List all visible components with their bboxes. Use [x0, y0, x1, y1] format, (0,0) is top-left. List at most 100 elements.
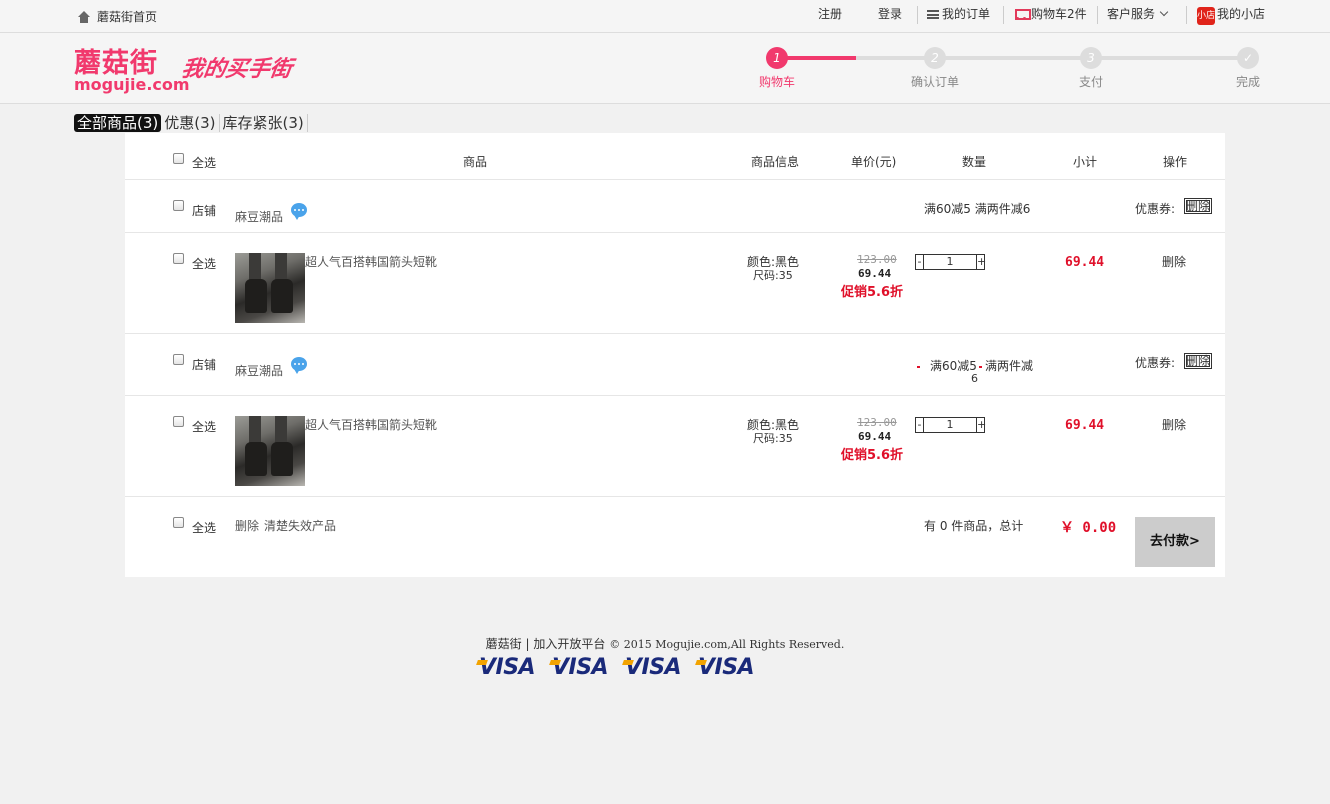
shop-label: 店铺: [192, 204, 217, 218]
product-image[interactable]: [235, 416, 305, 486]
divider: [917, 6, 918, 24]
home-icon: [77, 10, 91, 23]
coupon-delete-button[interactable]: 删除: [1184, 353, 1213, 369]
shop-checkbox[interactable]: [173, 200, 184, 211]
logo-domain: mogujie.com: [74, 75, 190, 94]
visa-logo-icon: VISA: [698, 655, 758, 680]
my-orders-link[interactable]: 我的订单: [927, 5, 990, 22]
step-3-label: 支付: [1079, 75, 1104, 89]
col-product: 商品: [463, 155, 488, 169]
cart-icon: [1013, 8, 1031, 20]
col-action: 操作: [1163, 155, 1188, 169]
copyright: © 2015 Mogujie.com,All Rights Reserved.: [609, 638, 845, 651]
select-all-checkbox[interactable]: [173, 153, 184, 164]
open-platform-link[interactable]: 加入开放平台: [533, 637, 605, 651]
shop-label: 店铺: [192, 358, 217, 372]
my-orders-label: 我的订单: [942, 7, 991, 21]
login-link[interactable]: 登录: [878, 5, 902, 22]
home-link[interactable]: 蘑菇街首页: [77, 8, 157, 25]
register-link[interactable]: 注册: [818, 5, 842, 22]
qty-input[interactable]: 1: [924, 255, 976, 269]
delete-item-button[interactable]: 删除: [1162, 416, 1186, 433]
step-2-label: 确认订单: [911, 75, 960, 89]
col-info: 商品信息: [751, 155, 800, 169]
product-title-link[interactable]: 超人气百搭韩国箭头短靴: [305, 253, 437, 270]
qty-decrease-button[interactable]: -: [916, 255, 924, 269]
cart-total: ￥ 0.00: [1060, 520, 1117, 536]
shop-checkbox[interactable]: [173, 354, 184, 365]
checkout-button[interactable]: 去付款>: [1135, 517, 1215, 567]
visa-logo-icon: VISA: [479, 655, 539, 680]
cart-item-row: 全选 超人气百搭韩国箭头短靴 颜色:黑色 尺码:35 123.00 69.44 …: [125, 396, 1225, 497]
footer-brand: 蘑菇街: [485, 637, 522, 651]
tab-all-products[interactable]: 全部商品(3): [74, 114, 162, 132]
quantity-stepper: - 1 +: [915, 417, 986, 433]
qty-increase-button[interactable]: +: [976, 418, 986, 432]
coupon-label: 优惠券:: [1135, 356, 1176, 370]
tab-discounts[interactable]: 优惠(3): [161, 114, 220, 132]
item-checkbox[interactable]: [173, 253, 184, 264]
promo-bullet: [917, 366, 920, 368]
customer-service-label: 客户服务: [1107, 7, 1156, 21]
coupon-delete-button[interactable]: 删除: [1184, 198, 1213, 214]
my-shop-link[interactable]: 小店 我的小店: [1197, 5, 1265, 25]
item-checkbox[interactable]: [173, 416, 184, 427]
payment-logos: VISA VISA VISA VISA: [479, 655, 758, 680]
shop-promo-2: 满两件减: [985, 359, 1034, 373]
chat-icon[interactable]: [291, 203, 307, 220]
select-all-bottom-label: 全选: [192, 521, 217, 535]
sale-price: 69.44: [858, 267, 892, 280]
select-all-bottom-checkbox[interactable]: [173, 517, 184, 528]
delete-item-button[interactable]: 删除: [1162, 253, 1186, 270]
divider: [1186, 6, 1187, 24]
promo-bullet: [979, 366, 982, 368]
list-icon: [927, 10, 939, 19]
checkout-steps: 1 购物车 2 确认订单 3 支付 ✓ 完成: [759, 47, 1265, 89]
qty-decrease-button[interactable]: -: [916, 418, 924, 432]
customer-service-menu[interactable]: 客户服务: [1107, 5, 1169, 22]
footer: 蘑菇街 | 加入开放平台 © 2015 Mogujie.com,All Righ…: [0, 635, 1330, 652]
step-4-label: 完成: [1236, 75, 1261, 89]
original-price: 123.00: [857, 253, 897, 266]
shop-promo-1: 满60减5: [930, 359, 977, 373]
product-size: 尺码:35: [753, 432, 793, 445]
select-all-label: 全选: [192, 156, 217, 170]
shop-name-link[interactable]: 麻豆潮品: [235, 208, 283, 225]
product-image[interactable]: [235, 253, 305, 323]
step-4-check-icon: ✓: [1237, 47, 1259, 69]
visa-logo-icon: VISA: [625, 655, 685, 680]
delete-selected-link[interactable]: 删除: [235, 517, 259, 534]
tab-low-stock[interactable]: 库存紧张(3): [220, 114, 308, 132]
shop-promo: 满60减5 满两件减6: [924, 202, 1031, 216]
product-title-link[interactable]: 超人气百搭韩国箭头短靴: [305, 416, 437, 433]
shop-name-link[interactable]: 麻豆潮品: [235, 362, 283, 379]
step-1-label: 购物车: [759, 75, 796, 89]
original-price: 123.00: [857, 416, 897, 429]
shop-badge-icon: 小店: [1197, 7, 1215, 25]
step-2-dot: 2: [924, 47, 946, 69]
cart-link[interactable]: 购物车2件: [1013, 5, 1087, 22]
cart-filter-tabs: 全部商品(3) 优惠(3) 库存紧张(3): [74, 114, 308, 132]
item-select-label: 全选: [192, 257, 217, 271]
col-unit-price: 单价(元): [851, 155, 897, 169]
col-quantity: 数量: [962, 155, 987, 169]
cart-label: 购物车2件: [1031, 7, 1087, 21]
qty-input[interactable]: 1: [924, 418, 976, 432]
col-subtotal: 小计: [1073, 155, 1098, 169]
qty-increase-button[interactable]: +: [976, 255, 986, 269]
top-bar: 蘑菇街首页 注册 登录 我的订单 购物车2件 客户服务 小店 我的小店: [0, 0, 1330, 33]
item-select-label: 全选: [192, 420, 217, 434]
item-count-text: 有 0 件商品，总计: [924, 519, 1024, 533]
visa-logo-icon: VISA: [552, 655, 612, 680]
chat-icon[interactable]: [291, 357, 307, 374]
clear-invalid-link[interactable]: 清楚失效产品: [264, 517, 336, 534]
shop-row: 店铺 麻豆潮品 满60减5 满两件减 6 优惠券: 删除: [125, 334, 1225, 396]
table-header: 全选 商品 商品信息 单价(元) 数量 小计 操作: [125, 133, 1225, 180]
divider: [1097, 6, 1098, 24]
shop-row: 店铺 麻豆潮品 满60减5 满两件减6 优惠券: 删除: [125, 180, 1225, 233]
cart-summary: 全选 删除 清楚失效产品 有 0 件商品，总计 ￥ 0.00 去付款>: [125, 497, 1225, 577]
item-subtotal: 69.44: [1065, 255, 1105, 270]
site-header: 蘑菇街 mogujie.com 我的买手街 1 购物车 2 确认订单 3 支付 …: [0, 33, 1330, 104]
coupon-label: 优惠券:: [1135, 202, 1176, 216]
promo-discount: 促销5.6折: [841, 285, 904, 300]
